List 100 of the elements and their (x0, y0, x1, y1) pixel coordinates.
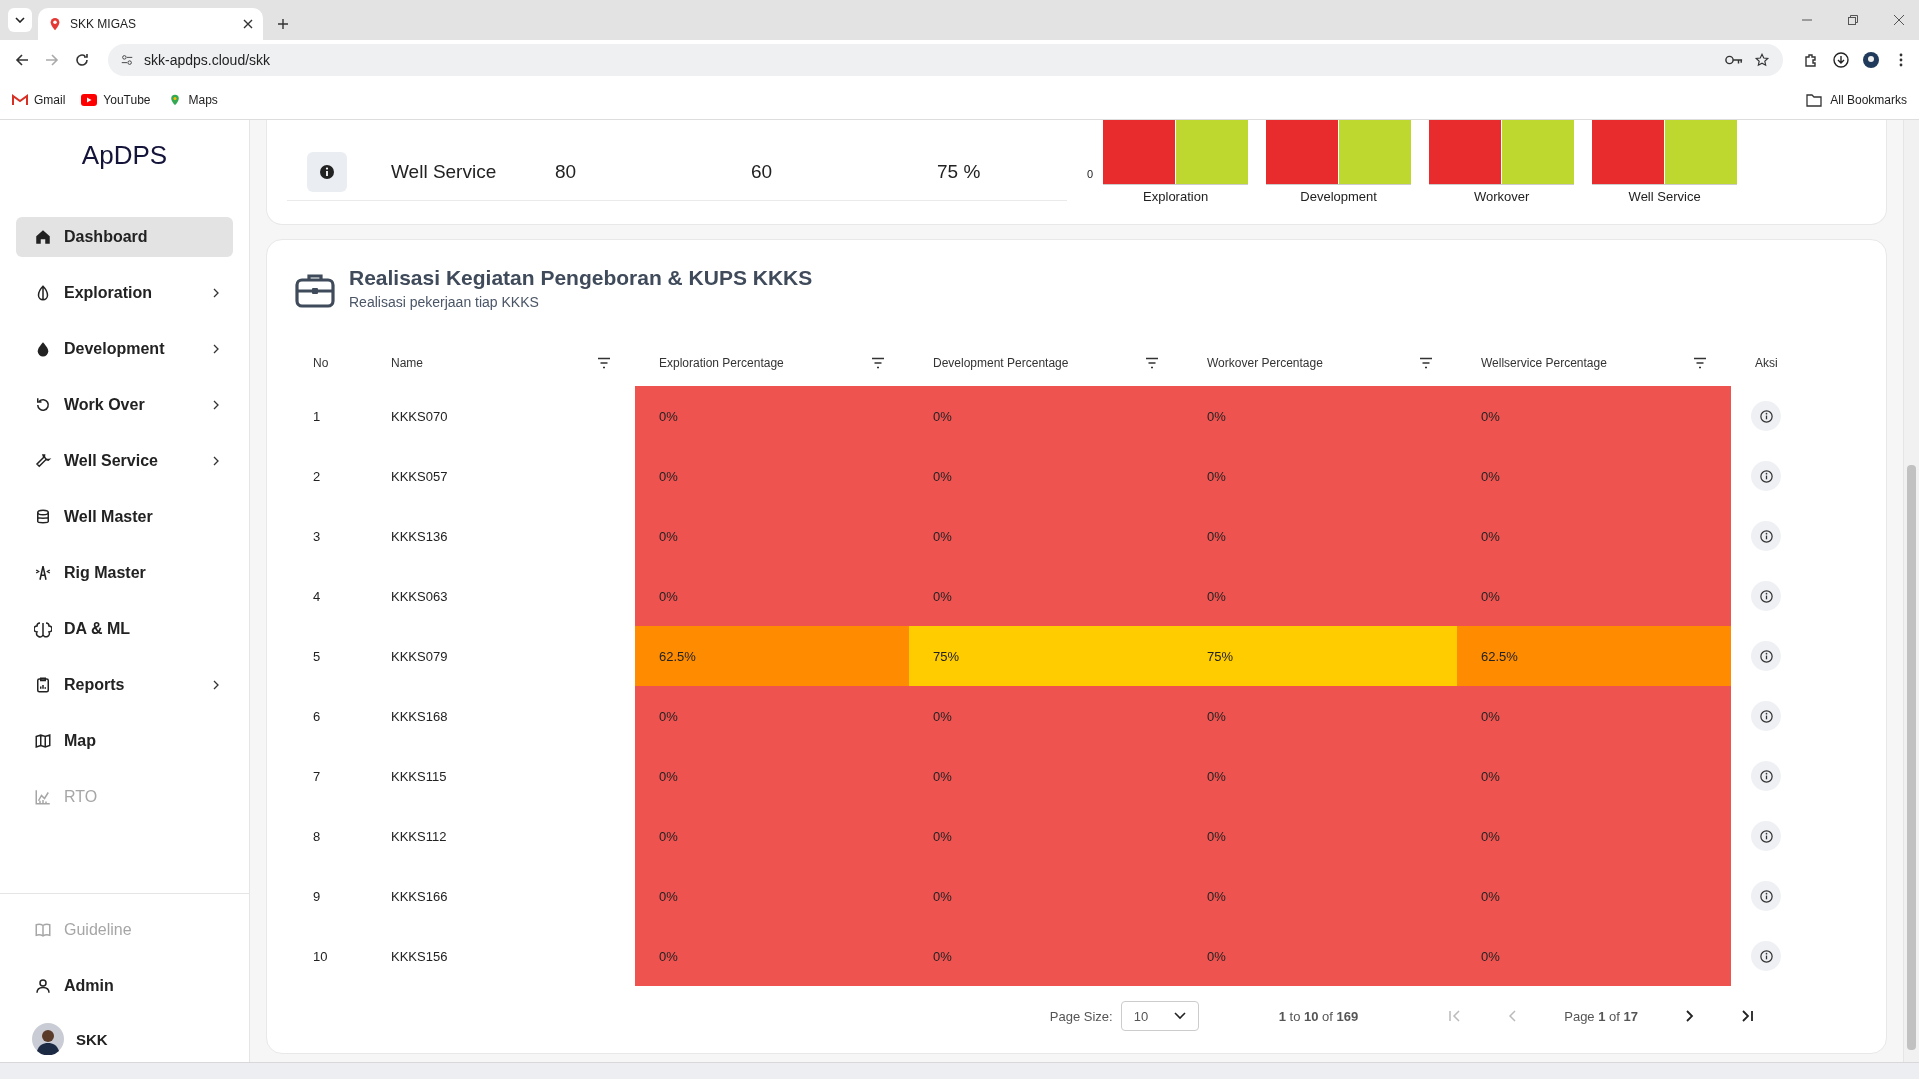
table-cell: 0% (635, 446, 909, 506)
info-button[interactable] (1751, 821, 1781, 851)
table-cell-text: KKKS070 (390, 407, 449, 426)
table-cell-text: 7 (312, 767, 322, 786)
all-bookmarks-button[interactable]: All Bookmarks (1806, 92, 1907, 107)
table-cell: 0% (1183, 686, 1457, 746)
filter-icon[interactable] (1145, 357, 1159, 369)
info-button[interactable] (1751, 581, 1781, 611)
pin-icon (48, 17, 62, 31)
table-cell: 0% (1457, 566, 1731, 626)
table-cell-text: KKKS115 (390, 767, 448, 786)
filter-icon[interactable] (1419, 357, 1433, 369)
info-button[interactable] (307, 152, 347, 192)
address-bar[interactable]: skk-apdps.cloud/skk (108, 44, 1783, 76)
table-cell: 0% (1457, 746, 1731, 806)
reload-icon[interactable] (74, 52, 90, 68)
browser-tab[interactable]: SKK MIGAS (38, 8, 263, 40)
table-cell: 0% (909, 686, 1183, 746)
sidebar-item[interactable]: Work Over (16, 385, 233, 425)
sidebar-item[interactable]: Well Service (16, 441, 233, 481)
close-icon[interactable] (1893, 14, 1905, 26)
row-range-text: 1 to 10 of 169 (1278, 1008, 1359, 1024)
filter-icon[interactable] (1693, 357, 1707, 369)
table-cell: 75% (909, 626, 1183, 686)
info-button[interactable] (1751, 761, 1781, 791)
column-header: Exploration Percentage (659, 356, 784, 370)
bookmark[interactable]: Maps (166, 92, 218, 107)
filter-icon[interactable] (871, 357, 885, 369)
tab-list-button[interactable] (8, 8, 32, 32)
key-icon[interactable] (1725, 53, 1743, 67)
star-icon[interactable] (1753, 53, 1771, 67)
table-cell-text: 9 (312, 887, 322, 906)
info-button[interactable] (1751, 401, 1781, 431)
home-icon (34, 228, 52, 246)
download-icon[interactable] (1833, 52, 1849, 68)
table-cell: 62.5% (1457, 626, 1731, 686)
info-icon (1758, 528, 1774, 544)
info-button[interactable] (1751, 701, 1781, 731)
table-cell-text: 3 (312, 527, 322, 546)
table-cell: 62.5% (635, 626, 909, 686)
axis-label: Exploration (1143, 189, 1209, 204)
table-cell: 0% (1183, 866, 1457, 926)
back-icon[interactable] (14, 52, 30, 68)
sidebar-item[interactable]: Map (16, 721, 233, 761)
axis-tick-label: 0 (1087, 168, 1094, 180)
table-cell-text: KKKS156 (390, 947, 449, 966)
table-cell-text: 4 (312, 587, 322, 606)
info-icon (319, 164, 335, 180)
restore-icon[interactable] (1847, 14, 1859, 26)
table-cell: 0% (1183, 446, 1457, 506)
table-cell-text: Well Service (391, 161, 498, 183)
scrollbar-thumb[interactable] (1907, 465, 1916, 1050)
mail-icon (12, 93, 28, 106)
sidebar-item[interactable]: DA & ML (16, 609, 233, 649)
sidebar-item[interactable]: Exploration (16, 273, 233, 313)
table-cell: 0% (1183, 386, 1457, 446)
sidebar-item[interactable]: Well Master (16, 497, 233, 537)
filter-icon[interactable] (597, 357, 611, 369)
sidebar-item[interactable]: Dashboard (16, 217, 233, 257)
table-cell: 0% (1183, 566, 1457, 626)
table-cell: 0% (635, 386, 909, 446)
axis-label: Well Service (1628, 189, 1701, 204)
table-cell-text: KKKS057 (390, 467, 449, 486)
folder-icon (1806, 92, 1823, 107)
sidebar-item[interactable]: Admin (16, 966, 233, 1006)
chevron-down-icon (15, 17, 25, 23)
sidebar-item[interactable]: Rig Master (16, 553, 233, 593)
profile-avatar-icon[interactable] (1863, 52, 1879, 68)
info-button[interactable] (1751, 941, 1781, 971)
info-button[interactable] (1751, 641, 1781, 671)
close-icon[interactable] (243, 19, 253, 29)
column-header: No (313, 356, 329, 370)
last-page-icon[interactable] (1740, 1009, 1754, 1023)
column-header: Development Percentage (933, 356, 1069, 370)
table-cell: 0% (1457, 866, 1731, 926)
bookmark[interactable]: Gmail (12, 92, 66, 107)
axis-label: Development (1300, 189, 1377, 204)
chart-icon (34, 788, 52, 806)
table-cell: 0% (1457, 446, 1731, 506)
info-button[interactable] (1751, 881, 1781, 911)
bookmark[interactable]: YouTube (81, 92, 151, 107)
page-size-select[interactable]: 10 (1120, 1001, 1199, 1031)
info-button[interactable] (1751, 461, 1781, 491)
table-cell-text: 1 (312, 407, 322, 426)
sidebar-item[interactable]: Development (16, 329, 233, 369)
table-cell-text: 2 (312, 467, 322, 486)
site-settings-icon[interactable] (120, 53, 134, 67)
column-header: Wellservice Percentage (1481, 356, 1607, 370)
info-button[interactable] (1751, 521, 1781, 551)
sidebar-item[interactable]: Reports (16, 665, 233, 705)
map-icon (34, 732, 52, 750)
axis-label: Workover (1473, 189, 1530, 204)
table-cell: 0% (635, 926, 909, 986)
extensions-icon[interactable] (1803, 52, 1819, 68)
table-cell: 0% (1183, 506, 1457, 566)
card-title: Realisasi Kegiatan Pengeboran & KUPS KKKS (349, 266, 813, 290)
table-cell: 0% (1183, 926, 1457, 986)
new-tab-icon[interactable] (277, 18, 289, 30)
table-cell-text: KKKS136 (390, 527, 449, 546)
info-icon (1758, 948, 1774, 964)
